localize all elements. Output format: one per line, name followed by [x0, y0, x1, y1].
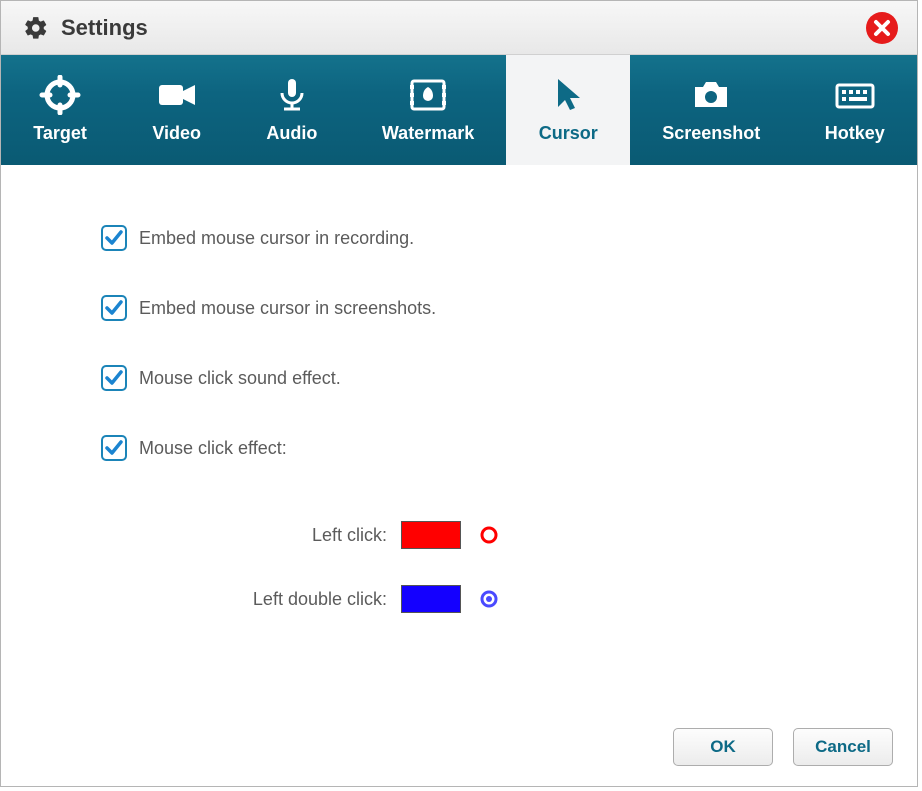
option-label: Mouse click sound effect.: [139, 368, 341, 389]
tab-screenshot[interactable]: Screenshot: [630, 55, 793, 165]
option-label: Embed mouse cursor in recording.: [139, 228, 414, 249]
cancel-button[interactable]: Cancel: [793, 728, 893, 766]
tab-label: Audio: [266, 123, 317, 144]
video-icon: [155, 75, 199, 115]
checkmark-icon: [104, 298, 124, 318]
target-icon: [38, 75, 82, 115]
left-click-label: Left click:: [181, 525, 401, 546]
tab-watermark[interactable]: Watermark: [350, 55, 507, 165]
keyboard-icon: [833, 75, 877, 115]
circle-outline-icon: [479, 525, 499, 545]
tab-label: Screenshot: [662, 123, 760, 144]
gear-icon: [23, 15, 49, 41]
left-double-click-label: Left double click:: [181, 589, 401, 610]
tab-label: Video: [152, 123, 201, 144]
titlebar: Settings: [1, 1, 917, 55]
close-icon: [865, 11, 899, 45]
audio-icon: [270, 75, 314, 115]
tab-audio[interactable]: Audio: [234, 55, 349, 165]
ok-button[interactable]: OK: [673, 728, 773, 766]
checkbox-embed-screenshots[interactable]: [101, 295, 127, 321]
option-embed-recording: Embed mouse cursor in recording.: [1, 225, 917, 251]
watermark-icon: [406, 75, 450, 115]
tab-target[interactable]: Target: [1, 55, 119, 165]
checkmark-icon: [104, 438, 124, 458]
tab-content-cursor: Embed mouse cursor in recording. Embed m…: [1, 165, 917, 786]
tab-video[interactable]: Video: [119, 55, 234, 165]
window-title: Settings: [61, 15, 148, 41]
cursor-icon: [546, 75, 590, 115]
footer-buttons: OK Cancel: [673, 728, 893, 766]
option-label: Embed mouse cursor in screenshots.: [139, 298, 436, 319]
left-click-color-swatch[interactable]: [401, 521, 461, 549]
option-label: Mouse click effect:: [139, 438, 287, 459]
circle-dot-icon: [479, 589, 499, 609]
checkmark-icon: [104, 368, 124, 388]
option-click-effect: Mouse click effect:: [1, 435, 917, 461]
option-click-sound: Mouse click sound effect.: [1, 365, 917, 391]
tab-cursor[interactable]: Cursor: [506, 55, 629, 165]
checkbox-click-sound[interactable]: [101, 365, 127, 391]
left-double-click-color-row: Left double click:: [1, 585, 917, 613]
left-click-color-row: Left click:: [1, 521, 917, 549]
tab-label: Target: [33, 123, 87, 144]
camera-icon: [689, 75, 733, 115]
tab-hotkey[interactable]: Hotkey: [792, 55, 917, 165]
tab-label: Watermark: [382, 123, 474, 144]
left-double-click-color-swatch[interactable]: [401, 585, 461, 613]
tab-label: Hotkey: [825, 123, 885, 144]
settings-window: Settings Target Video: [0, 0, 918, 787]
checkmark-icon: [104, 228, 124, 248]
checkbox-click-effect[interactable]: [101, 435, 127, 461]
option-embed-screenshots: Embed mouse cursor in screenshots.: [1, 295, 917, 321]
tab-label: Cursor: [539, 123, 598, 144]
close-button[interactable]: [865, 11, 899, 45]
checkbox-embed-recording[interactable]: [101, 225, 127, 251]
tabbar: Target Video Audio: [1, 55, 917, 165]
